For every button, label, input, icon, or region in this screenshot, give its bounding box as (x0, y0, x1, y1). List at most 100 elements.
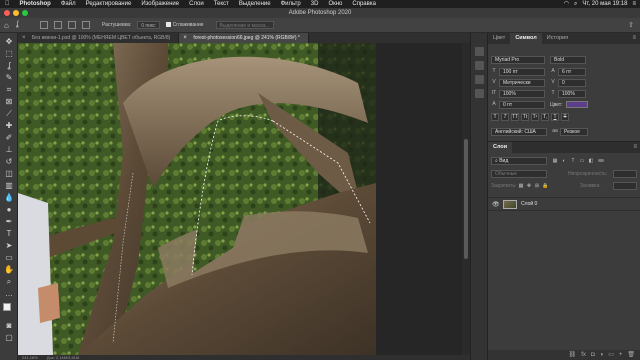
language-select[interactable]: Английский: США (491, 128, 547, 136)
tab-layers[interactable]: Слои (488, 142, 513, 153)
eraser-tool-icon[interactable]: ◫ (4, 169, 14, 179)
close-tab-icon[interactable]: × (183, 33, 187, 43)
doc-size[interactable]: Док: 2,14M/3,61M (47, 355, 79, 360)
tab-history[interactable]: История (542, 33, 573, 44)
quick-select-tool-icon[interactable]: ✎ (4, 73, 14, 83)
brush-tool-icon[interactable]: ✐ (4, 133, 14, 143)
menu-filter[interactable]: Фильтр (276, 0, 306, 8)
clone-stamp-tool-icon[interactable]: ⊥ (4, 145, 14, 155)
select-and-mask-button[interactable]: Выделение и маска... (215, 21, 274, 29)
lock-all-icon[interactable]: 🔒 (542, 183, 548, 189)
vertical-scrollbar[interactable] (462, 43, 470, 355)
menu-help[interactable]: Справка (347, 0, 381, 8)
close-window-button[interactable] (4, 10, 10, 16)
feather-input[interactable]: 0 пикс (137, 21, 160, 29)
photo-canvas[interactable] (18, 43, 376, 355)
filter-toggle[interactable] (598, 159, 604, 162)
new-layer-icon[interactable]: + (619, 350, 623, 360)
blur-tool-icon[interactable]: 💧 (4, 193, 14, 203)
filter-pixel-icon[interactable]: ▦ (552, 158, 558, 164)
tracking-select[interactable]: 0 (558, 79, 586, 87)
app-menu[interactable]: Photoshop (15, 0, 56, 8)
filter-shape-icon[interactable]: ▭ (579, 158, 585, 164)
search-icon[interactable]: ⌕ (574, 0, 577, 8)
lasso-tool-icon[interactable]: ʆ (4, 61, 14, 71)
leading-input[interactable]: 6 пт (558, 68, 586, 76)
filter-adjustment-icon[interactable]: ◐ (561, 158, 567, 164)
new-group-icon[interactable]: ▭ (608, 350, 614, 360)
panel-menu-icon[interactable]: ≡ (633, 142, 640, 153)
pen-tool-icon[interactable]: ✒ (4, 217, 14, 227)
menu-select[interactable]: Выделение (234, 0, 276, 8)
crop-tool-icon[interactable]: ⌗ (4, 85, 14, 95)
lock-artboard-icon[interactable]: ⊞ (534, 183, 540, 189)
canvas-area[interactable] (18, 43, 470, 355)
panel-menu-icon[interactable]: ≡ (632, 33, 640, 44)
font-style-select[interactable]: Bold (550, 56, 586, 64)
antialias-checkbox[interactable]: Сглаживание (165, 22, 204, 28)
filter-type-icon[interactable]: T (570, 158, 576, 164)
tab-character[interactable]: Символ (510, 33, 542, 44)
dodge-tool-icon[interactable]: ● (4, 205, 14, 215)
superscript-button[interactable]: T¹ (531, 113, 539, 121)
new-selection-icon[interactable] (40, 21, 48, 29)
swatches-panel-icon[interactable] (475, 75, 484, 84)
apple-icon[interactable]:  (0, 0, 15, 8)
adjustment-layer-icon[interactable]: ◑ (600, 350, 604, 360)
path-select-tool-icon[interactable]: ➤ (4, 241, 14, 251)
menu-3d[interactable]: 3D (306, 0, 324, 8)
brush-settings-icon[interactable] (475, 61, 484, 70)
menu-file[interactable]: Файл (56, 0, 81, 8)
intersect-selection-icon[interactable] (82, 21, 90, 29)
zoom-tool-icon[interactable]: ⌕ (4, 277, 14, 287)
font-size-input[interactable]: 100 пт (499, 68, 545, 76)
document-tab-1[interactable]: × Без имени-1.psd @ 100% (МЕНЯЕМ ЦВЕТ об… (18, 33, 180, 43)
more-tools-icon[interactable]: … (4, 289, 14, 299)
menu-window[interactable]: Окно (323, 0, 347, 8)
fill-input[interactable] (613, 182, 637, 190)
menu-image[interactable]: Изображение (136, 0, 184, 8)
horizontal-scale-input[interactable]: 100% (558, 90, 586, 98)
text-color-swatch[interactable] (566, 101, 588, 108)
wifi-icon[interactable]: ◠ (564, 0, 569, 8)
menu-layers[interactable]: Слои (184, 0, 209, 8)
type-tool-icon[interactable]: T (4, 229, 14, 239)
all-caps-button[interactable]: TT (511, 113, 519, 121)
history-brush-tool-icon[interactable]: ↺ (4, 157, 14, 167)
layer-filter-select[interactable]: ⌕ Вид (491, 157, 547, 165)
healing-brush-tool-icon[interactable]: ✚ (4, 121, 14, 131)
faux-bold-button[interactable]: T (491, 113, 499, 121)
font-family-select[interactable]: Myriad Pro (491, 56, 545, 64)
subscript-button[interactable]: T, (541, 113, 549, 121)
layer-row[interactable]: 👁 Слой 0 (488, 197, 640, 211)
lock-position-icon[interactable]: ✥ (526, 183, 532, 189)
add-mask-icon[interactable]: ◘ (591, 350, 595, 360)
add-selection-icon[interactable] (54, 21, 62, 29)
lasso-tool-preset-icon[interactable]: ʆ (16, 21, 18, 28)
filter-smart-object-icon[interactable]: ◧ (588, 158, 594, 164)
link-layers-icon[interactable]: ⛓ (569, 350, 577, 360)
zoom-level[interactable]: 241,18% (22, 355, 38, 360)
frame-tool-icon[interactable]: ⊠ (4, 97, 14, 107)
move-tool-icon[interactable]: ✥ (4, 37, 14, 47)
underline-button[interactable]: T (551, 113, 559, 121)
lock-pixels-icon[interactable]: ▦ (518, 183, 524, 189)
layer-style-icon[interactable]: fx (581, 350, 586, 360)
visibility-eye-icon[interactable]: 👁 (492, 201, 500, 208)
home-icon[interactable]: ⌂ (4, 21, 9, 30)
layer-name[interactable]: Слой 0 (521, 201, 537, 207)
hand-tool-icon[interactable]: ✋ (4, 265, 14, 275)
paragraph-panel-icon[interactable] (475, 89, 484, 98)
zoom-window-button[interactable] (22, 10, 28, 16)
menu-edit[interactable]: Редактирование (81, 0, 137, 8)
antialias-select[interactable]: Резкое (560, 128, 588, 136)
screen-mode-icon[interactable]: ▢ (4, 333, 14, 343)
tab-color[interactable]: Цвет (488, 33, 510, 44)
rectangle-tool-icon[interactable]: ▭ (4, 253, 14, 263)
share-icon[interactable]: ⇧ (628, 21, 634, 29)
history-panel-icon[interactable] (475, 47, 484, 56)
foreground-color-swatch[interactable] (3, 303, 11, 311)
minimize-window-button[interactable] (13, 10, 19, 16)
small-caps-button[interactable]: Tt (521, 113, 529, 121)
control-center-icon[interactable]: ≡ (632, 0, 636, 8)
